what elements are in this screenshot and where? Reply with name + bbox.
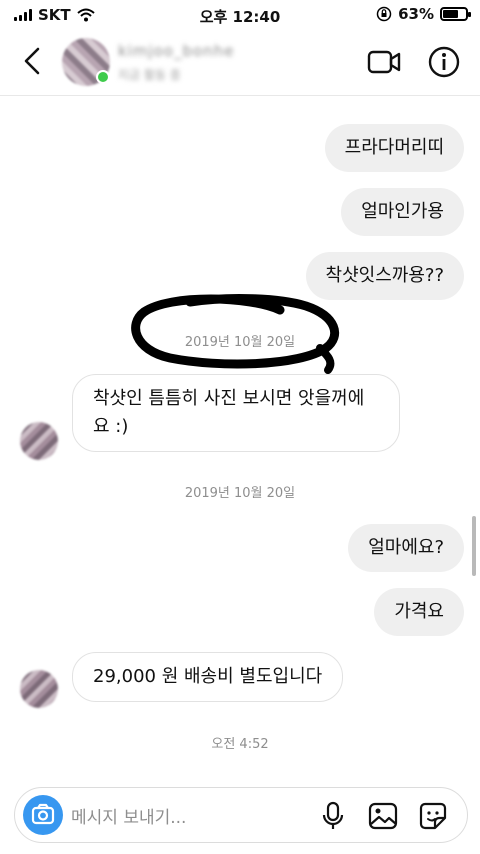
battery-fill (443, 10, 459, 18)
camera-button[interactable] (23, 795, 63, 835)
status-right: 63% (376, 5, 471, 23)
message-composer (14, 787, 468, 843)
activity-status: 지금 활동 중 (118, 68, 181, 82)
status-bar: SKT 오후 12:40 63% (0, 0, 480, 30)
message-timestamp: 2019년 10월 20일 (184, 486, 296, 501)
message-bubble-sent[interactable]: 가격요 (374, 588, 464, 636)
battery-icon (440, 7, 471, 21)
battery-percent: 63% (398, 5, 434, 23)
sender-avatar[interactable] (20, 422, 58, 460)
message-bubble-sent[interactable]: 프라다머리띠 (324, 124, 464, 172)
message-bubble-sent[interactable]: 얼마인가용 (341, 188, 464, 236)
username[interactable]: kimjoo_bonhe (118, 42, 234, 60)
scrollbar[interactable] (472, 516, 476, 576)
message-timestamp: 2019년 10월 20일 (184, 335, 296, 350)
message-input[interactable] (71, 803, 271, 828)
message-bubble-sent[interactable]: 착샷잇스까용?? (305, 252, 464, 300)
message-bubble-received[interactable]: 29,000 원 배송비 별도입니다 (72, 652, 344, 702)
camera-icon (31, 803, 55, 825)
microphone-icon[interactable] (317, 800, 349, 832)
online-status-dot (96, 70, 110, 84)
gallery-icon[interactable] (367, 800, 399, 832)
chat-header: kimjoo_bonhe 지금 활동 중 (0, 30, 480, 96)
sticker-icon[interactable] (417, 800, 449, 832)
sender-avatar[interactable] (20, 670, 58, 708)
message-timestamp: 오전 4:52 (211, 737, 269, 752)
message-bubble-received[interactable]: 착샷인 틈틈히 사진 보시면 앗을꺼에요 :) (72, 374, 400, 452)
orientation-lock-icon (376, 6, 392, 22)
video-camera-icon[interactable] (364, 44, 404, 80)
message-bubble-sent[interactable]: 얼마에요? (348, 524, 464, 572)
back-arrow-icon[interactable] (16, 44, 50, 78)
info-icon[interactable] (426, 44, 462, 80)
